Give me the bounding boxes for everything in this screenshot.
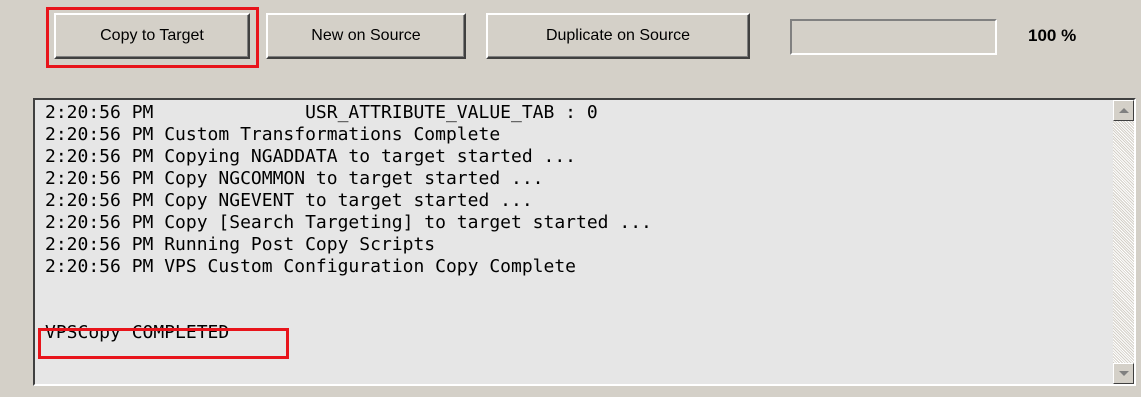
log-line: 2:20:56 PM USR_ATTRIBUTE_VALUE_TAB : 0: [45, 102, 598, 123]
copy-to-target-highlight: [46, 7, 259, 68]
log-line: 2:20:56 PM Copy NGCOMMON to target start…: [45, 168, 544, 189]
duplicate-on-source-label: Duplicate on Source: [545, 27, 691, 44]
log-line: 2:20:56 PM Copy NGEVENT to target starte…: [45, 190, 533, 211]
log-line: 2:20:56 PM Custom Transformations Comple…: [45, 124, 501, 145]
scroll-up-button[interactable]: [1113, 100, 1134, 121]
progress-bar: [790, 19, 997, 55]
progress-fill: [792, 21, 995, 53]
triangle-up-icon: [1119, 108, 1129, 113]
completed-highlight: [38, 328, 289, 359]
new-on-source-button[interactable]: New on Source: [266, 13, 466, 59]
duplicate-on-source-button[interactable]: Duplicate on Source: [486, 13, 750, 59]
progress-percent: 100 %: [1028, 26, 1077, 45]
scroll-down-button[interactable]: [1113, 363, 1134, 384]
new-on-source-label: New on Source: [311, 27, 421, 44]
log-line: 2:20:56 PM Running Post Copy Scripts: [45, 234, 436, 255]
log-line: 2:20:56 PM VPS Custom Configuration Copy…: [45, 256, 577, 277]
vertical-scrollbar[interactable]: [1113, 100, 1134, 384]
triangle-down-icon: [1119, 371, 1129, 376]
log-line: 2:20:56 PM Copy [Search Targeting] to ta…: [45, 212, 652, 233]
log-line: 2:20:56 PM Copying NGADDATA to target st…: [45, 146, 577, 167]
